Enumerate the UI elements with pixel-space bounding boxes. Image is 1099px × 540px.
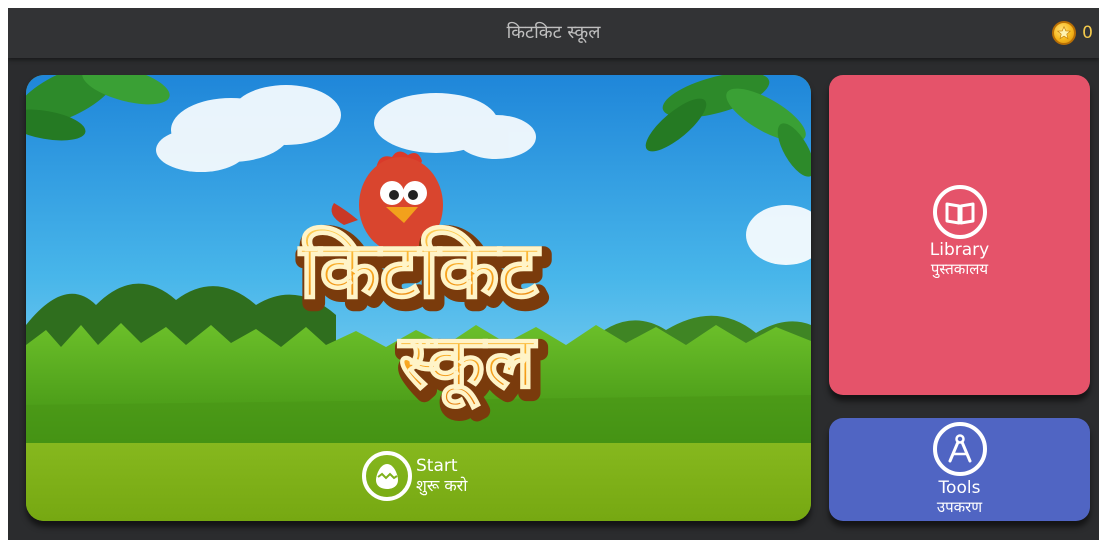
start-label-en: Start <box>416 456 458 476</box>
star-coin-icon <box>1052 21 1077 45</box>
start-bar[interactable]: Start शुरू करो <box>26 443 811 521</box>
coin-counter: 0 <box>1052 20 1093 46</box>
tools-button[interactable]: Tools उपकरण <box>829 418 1090 521</box>
egg-icon <box>362 451 412 501</box>
library-button[interactable]: Library पुस्तकालय <box>829 75 1090 395</box>
top-bar: किटकिट स्कूल 0 <box>8 8 1099 58</box>
book-icon <box>932 185 987 239</box>
coin-count: 0 <box>1082 23 1093 43</box>
start-label-hi: शुरू करो <box>416 476 468 495</box>
app-window: किटकिट स्कूल 0 किटकिट किटकिट स्कूल स्कूल… <box>8 8 1099 540</box>
hero-illustration: किटकिट किटकिट स्कूल स्कूल <box>26 75 811 443</box>
tools-label-hi: उपकरण <box>936 498 983 516</box>
tools-label-en: Tools <box>938 478 981 498</box>
logo-line1: किटकिट <box>298 225 542 316</box>
start-button[interactable]: Start शुरू करो <box>362 451 467 501</box>
compass-icon <box>932 422 987 476</box>
logo-line2: स्कूल <box>397 319 538 409</box>
app-title: किटकिट स्कूल <box>506 22 601 43</box>
library-label-en: Library <box>929 240 990 260</box>
library-label-hi: पुस्तकालय <box>930 260 989 278</box>
kitkit-school-start-card[interactable]: किटकिट किटकिट स्कूल स्कूल Start शुरू करो <box>26 75 811 521</box>
